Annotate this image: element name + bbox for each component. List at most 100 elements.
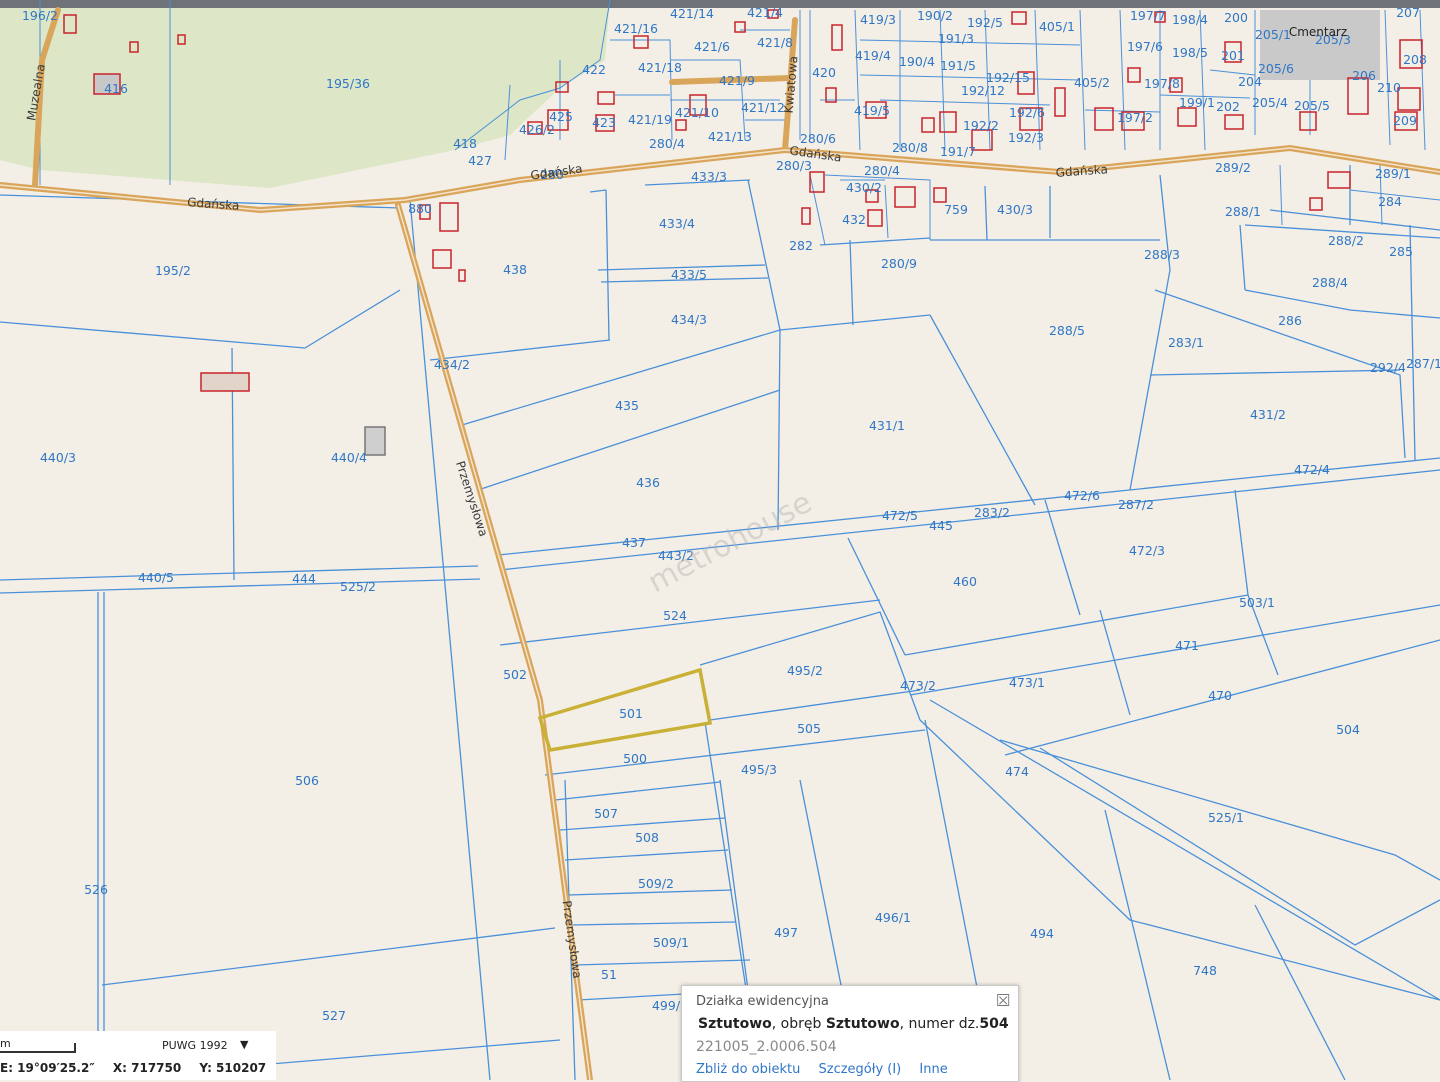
parcel-label: 431/2 — [1250, 407, 1286, 422]
road-przemyslowa — [395, 202, 593, 1080]
parcel-label: 495/3 — [741, 762, 777, 777]
parcel-label: 433/5 — [671, 267, 707, 282]
parcel-label: 421/14 — [670, 6, 714, 21]
parcel-label: 420 — [812, 65, 836, 80]
parcel-label: 421/19 — [628, 112, 672, 127]
parcel-label: 284 — [1378, 194, 1402, 209]
parcel-label: 197/8 — [1144, 76, 1180, 91]
popup-title: Działka ewidencyjna — [696, 994, 829, 1009]
parcel-label: 205/4 — [1252, 95, 1288, 110]
parcel-label: 200 — [1224, 10, 1248, 25]
parcel-label: 473/1 — [1009, 675, 1045, 690]
parcel-label: 208 — [1403, 52, 1427, 67]
parcel-label: 283/2 — [974, 505, 1010, 520]
other-link[interactable]: Inne — [919, 1062, 947, 1077]
parcel-label: 527 — [322, 1008, 346, 1023]
scale-unit: m — [0, 1037, 11, 1050]
y-readout: Y: 510207 — [199, 1061, 267, 1075]
parcel-label: 283/1 — [1168, 335, 1204, 350]
parcel-label: 191/3 — [938, 31, 974, 46]
popup-number: 504 — [979, 1016, 1009, 1032]
parcel-label: 526 — [84, 882, 108, 897]
popup-parcel-code: 221005_2.0006.504 — [696, 1039, 837, 1055]
parcel-label: 419/4 — [855, 48, 891, 63]
parcel-label: 426/2 — [519, 122, 555, 137]
forest-area — [0, 0, 610, 188]
parcel-label: 210 — [1377, 80, 1401, 95]
chevron-down-icon[interactable]: ▼ — [240, 1038, 248, 1051]
parcel-label: 502 — [503, 667, 527, 682]
parcel-label: 505 — [797, 721, 821, 736]
parcel-label: 425 — [549, 109, 573, 124]
parcel-label: 416 — [104, 81, 128, 96]
street-label: Gdańska — [1055, 162, 1108, 180]
parcel-label: 288/1 — [1225, 204, 1261, 219]
parcel-label: 495/2 — [787, 663, 823, 678]
parcel-label: 524 — [663, 608, 687, 623]
parcel-label: 434/3 — [671, 312, 707, 327]
parcel-label: 198/5 — [1172, 45, 1208, 60]
parcel-label: 504 — [1336, 722, 1360, 737]
popup-precinct-prefix: , obręb — [771, 1016, 826, 1032]
cemetery-label: Cmentarz — [1289, 25, 1347, 39]
parcel-label: 190/2 — [917, 8, 953, 23]
parcel-label: 472/5 — [882, 508, 918, 523]
parcel-label: 191/5 — [940, 58, 976, 73]
parcel-label: 192/5 — [967, 15, 1003, 30]
parcel-label: 422 — [582, 62, 606, 77]
parcel-label: 430/3 — [997, 202, 1033, 217]
parcel-label: 438 — [503, 262, 527, 277]
parcel-label: 191/7 — [940, 144, 976, 159]
parcel-label: 496/1 — [875, 910, 911, 925]
parcel-boundaries — [0, 165, 1440, 1080]
popup-number-prefix: , numer dz. — [899, 1016, 980, 1032]
parcel-label: 280/3 — [776, 158, 812, 173]
parcel-label: 292/4 — [1370, 360, 1406, 375]
zoom-to-object-link[interactable]: Zbliż do obiektu — [696, 1062, 800, 1077]
parcel-label: 472/3 — [1129, 543, 1165, 558]
parcel-label: 419/5 — [854, 103, 890, 118]
street-label: Kwiatowa — [782, 55, 801, 114]
parcel-label: 280/4 — [649, 136, 685, 151]
popup-main-line: Sztutowo, obręb Sztutowo, numer dz.504 — [698, 1016, 1009, 1032]
parcel-label: 421/9 — [719, 73, 755, 88]
parcel-label: 205/5 — [1294, 98, 1330, 113]
close-icon[interactable]: ⮽ — [996, 991, 1010, 1011]
parcel-label: 280/6 — [800, 131, 836, 146]
parcel-label: 199/1 — [1179, 95, 1215, 110]
parcel-label: 525/1 — [1208, 810, 1244, 825]
parcel-label: 198/4 — [1172, 12, 1208, 27]
parcel-label: 205/1 — [1255, 27, 1291, 42]
parcel-label: 525/2 — [340, 579, 376, 594]
parcel-label: 282 — [789, 238, 813, 253]
details-link[interactable]: Szczegóły (I) — [819, 1062, 902, 1077]
popup-precinct: Sztutowo — [825, 1016, 900, 1032]
parcel-label: 433/4 — [659, 216, 695, 231]
parcel-label: 433/3 — [691, 169, 727, 184]
parcel-label: 192/2 — [963, 118, 999, 133]
parcel-label: 196/2 — [22, 8, 58, 23]
parcel-label: 206 — [1352, 68, 1376, 83]
projection-select[interactable]: PUWG 1992 — [162, 1039, 228, 1052]
parcel-label: 285 — [1389, 244, 1413, 259]
parcel-label: 430/2 — [846, 180, 882, 195]
parcel-label: 197/7 — [1130, 8, 1166, 23]
popup-place: Sztutowo — [698, 1016, 772, 1032]
parcel-label: 190/4 — [899, 54, 935, 69]
parcel-label: 509/2 — [638, 876, 674, 891]
longitude-readout: E: 19°09′25.2″ — [0, 1061, 95, 1075]
parcel-label: 286 — [1278, 313, 1302, 328]
parcel-label: 470 — [1208, 688, 1232, 703]
scale-bar — [0, 1043, 76, 1053]
parcel-label: 204 — [1238, 74, 1262, 89]
parcel-label: 419/3 — [860, 12, 896, 27]
parcel-label: 192/3 — [1008, 130, 1044, 145]
parcel-label: 440/3 — [40, 450, 76, 465]
parcel-label: 444 — [292, 571, 316, 586]
parcel-label: 202 — [1216, 99, 1240, 114]
parcel-label: 423 — [592, 115, 616, 130]
parcel-label: 509/1 — [653, 935, 689, 950]
parcel-label: 508 — [635, 830, 659, 845]
parcel-label: 421/10 — [675, 105, 719, 120]
parcel-info-popup[interactable]: Działka ewidencyjna ⮽ Sztutowo, obręb Sz… — [681, 985, 1019, 1082]
